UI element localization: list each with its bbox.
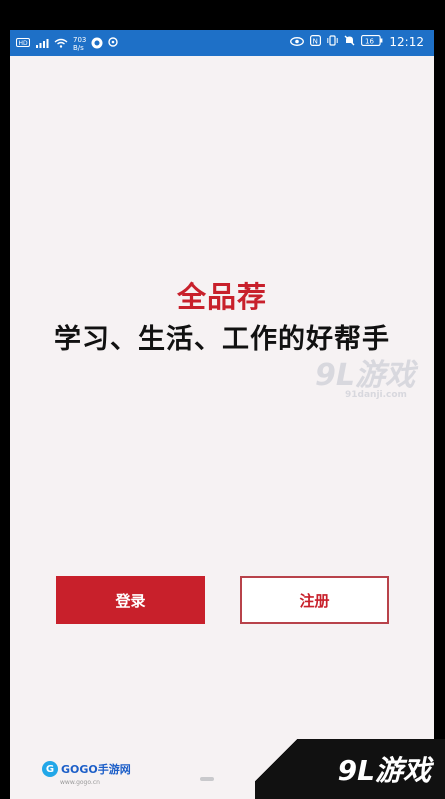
watermark-text: 9L游戏: [315, 358, 415, 393]
eye-icon: [290, 35, 305, 49]
gogo-url: www.gogo.cn: [60, 779, 100, 786]
mute-icon: [344, 35, 355, 49]
register-button[interactable]: 注册: [240, 576, 389, 624]
gogo-text: GOGO手游网: [61, 763, 131, 776]
app-screen: HD 703 B/s N 16 12:12 全品荐 学习、生活、工作的好帮手 9…: [10, 30, 434, 799]
speed-unit: B/s: [73, 44, 84, 52]
gogo-logo-icon: G: [42, 761, 58, 777]
vibrate-icon: [327, 35, 339, 49]
svg-text:HD: HD: [19, 40, 29, 47]
clock: 12:12: [389, 35, 424, 49]
nfc-icon: N: [310, 35, 322, 49]
speed-value: 703: [73, 36, 87, 44]
battery-icon: 16: [361, 35, 383, 49]
wifi-icon: [54, 38, 68, 51]
location-icon: [108, 36, 119, 52]
watermark-url: 91danji.com: [345, 390, 407, 400]
watermark-91-game: 9L游戏 91danji.com: [315, 350, 415, 400]
app-icon: [91, 37, 103, 52]
network-speed: 703 B/s: [73, 36, 86, 52]
login-button[interactable]: 登录: [56, 576, 205, 624]
hd-icon: HD: [16, 38, 30, 50]
home-indicator[interactable]: [200, 777, 214, 781]
signal-icon: [35, 38, 49, 51]
corner-watermark-91-game: 9L游戏: [255, 739, 445, 799]
svg-text:N: N: [313, 38, 318, 46]
status-bar: HD 703 B/s N 16 12:12: [10, 30, 434, 56]
gogo-watermark: G GOGO手游网: [42, 761, 131, 777]
battery-level: 16: [365, 38, 374, 46]
corner-watermark-text: 9L游戏: [337, 754, 431, 787]
app-title: 全品荐: [176, 280, 267, 314]
